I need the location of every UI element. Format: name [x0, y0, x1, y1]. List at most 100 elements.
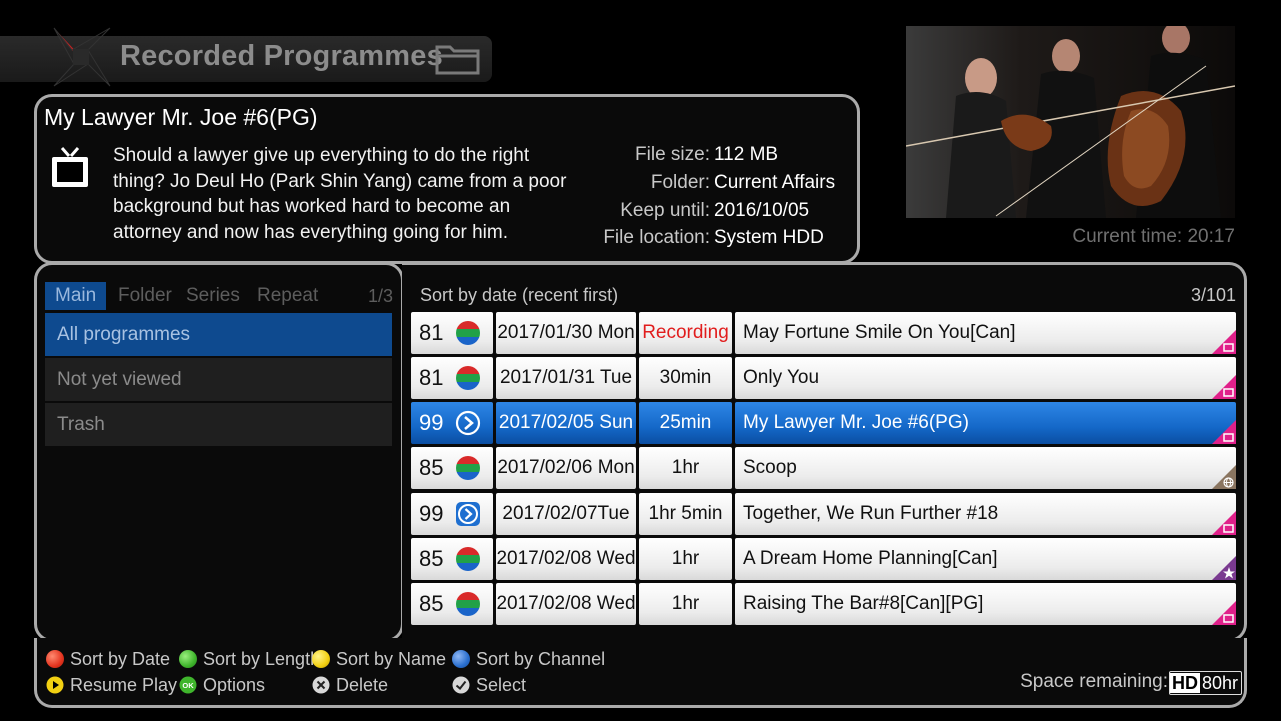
folder-icon[interactable] [434, 41, 482, 77]
sort-by-length-button[interactable]: Sort by Length [179, 648, 320, 670]
tv-category-icon [1212, 601, 1236, 625]
recording-date: 2017/01/30 Mon [496, 312, 636, 354]
programme-title: May Fortune Smile On You[Can] [735, 312, 1236, 354]
file-size-label: File size: [635, 144, 710, 165]
sort-by-date-button[interactable]: Sort by Date [46, 648, 170, 670]
green-button-icon [179, 650, 197, 668]
category-tabs: Main Folder Series Repeat 1/3 [45, 282, 393, 310]
keep-until-value: 2016/10/05 [714, 200, 810, 221]
table-row[interactable]: 85 2017/02/08 Wed 1hr Raising The Bar#8[… [411, 583, 1236, 625]
recording-duration: 1hr [639, 447, 732, 489]
file-location-row: File location: System HDD [560, 225, 860, 251]
tvb-channel-logo-icon [456, 547, 480, 571]
programme-title: Scoop [735, 447, 1236, 489]
channel-number-text: 99 [419, 410, 444, 435]
file-location-label: File location: [603, 227, 710, 248]
folder-label: Folder: [650, 172, 710, 193]
play-channel-logo-icon [456, 502, 480, 526]
tab-series[interactable]: Series [186, 282, 240, 310]
ok-button-icon: OK [179, 676, 197, 694]
recording-date: 2017/02/05 Sun [496, 402, 636, 444]
table-row[interactable]: 85 2017/02/08 Wed 1hr A Dream Home Plann… [411, 538, 1236, 580]
tv-icon [52, 147, 88, 187]
recording-duration: 25min [639, 402, 732, 444]
table-row[interactable]: 81 2017/01/30 Mon Recording May Fortune … [411, 312, 1236, 354]
ok-button-glyph: OK [182, 681, 194, 690]
delete-button[interactable]: Delete [312, 674, 388, 696]
nav-item-not-yet-viewed[interactable]: Not yet viewed [45, 358, 392, 401]
nav-item-all-programmes[interactable]: All programmes [45, 313, 392, 356]
channel-number: 99 [411, 402, 493, 444]
programme-title: Raising The Bar#8[Can][PG] [735, 583, 1236, 625]
app-logo-icon [53, 27, 111, 87]
recording-duration: 1hr 5min [639, 493, 732, 535]
sort-by-length-label: Sort by Length [203, 649, 321, 669]
tab-folder[interactable]: Folder [118, 282, 172, 310]
nav-item-trash[interactable]: Trash [45, 403, 392, 446]
programme-title: My Lawyer Mr. Joe #6(PG) [735, 402, 1236, 444]
sort-by-channel-button[interactable]: Sort by Channel [452, 648, 605, 670]
tv-category-icon [1212, 511, 1236, 535]
delete-label: Delete [336, 675, 389, 695]
sort-by-channel-label: Sort by Channel [476, 649, 606, 669]
video-preview [906, 26, 1235, 218]
channel-number: 81 [411, 312, 493, 354]
tab-main[interactable]: Main [45, 282, 107, 310]
recording-date: 2017/02/08 Wed [496, 583, 636, 625]
close-icon [312, 676, 330, 694]
recording-date: 2017/02/07Tue [496, 493, 636, 535]
tab-page-indicator: 1/3 [367, 286, 393, 306]
tv-category-icon [1212, 420, 1236, 444]
globe-category-icon [1212, 465, 1236, 489]
programme-title: Only You [735, 357, 1236, 399]
options-button[interactable]: OK Options [179, 674, 265, 696]
page-title: Recorded Programmes [120, 40, 443, 72]
current-time: Current time: 20:17 [1072, 226, 1235, 247]
sort-by-date-label: Sort by Date [70, 649, 171, 669]
tvb-channel-logo-icon [456, 321, 480, 345]
tv-category-icon [1212, 330, 1236, 354]
folder-value: Current Affairs [714, 172, 836, 193]
select-label: Select [476, 675, 527, 695]
tv-category-icon [1212, 375, 1236, 399]
channel-number: 85 [411, 447, 493, 489]
options-label: Options [203, 675, 266, 695]
resume-play-label: Resume Play [70, 675, 178, 695]
programme-title: Together, We Run Further #18 [735, 493, 1236, 535]
table-row-selected[interactable]: 99 2017/02/05 Sun 25min My Lawyer Mr. Jo… [411, 402, 1236, 444]
resume-play-button[interactable]: Resume Play [46, 674, 177, 696]
file-size-row: File size: 112 MB [560, 142, 860, 168]
space-remaining-value: 80hr [1202, 673, 1239, 693]
sort-by-name-button[interactable]: Sort by Name [312, 648, 446, 670]
recording-date: 2017/02/06 Mon [496, 447, 636, 489]
star-category-icon [1212, 556, 1236, 580]
channel-number: 99 [411, 493, 493, 535]
keep-until-row: Keep until: 2016/10/05 [560, 198, 860, 224]
table-row[interactable]: 81 2017/01/31 Tue 30min Only You [411, 357, 1236, 399]
table-row[interactable]: 99 2017/02/07Tue 1hr 5min Together, We R… [411, 493, 1236, 535]
programme-title: My Lawyer Mr. Joe #6(PG) [44, 104, 318, 130]
recording-date: 2017/01/31 Tue [496, 357, 636, 399]
channel-number: 85 [411, 583, 493, 625]
file-location-value: System HDD [714, 227, 824, 248]
channel-number-text: 81 [419, 365, 444, 390]
select-button[interactable]: Select [452, 674, 526, 696]
channel-number: 81 [411, 357, 493, 399]
recording-duration: 30min [639, 357, 732, 399]
table-row[interactable]: 85 2017/02/06 Mon 1hr Scoop [411, 447, 1236, 489]
sort-label: Sort by date (recent first) [420, 285, 619, 305]
tab-repeat[interactable]: Repeat [257, 282, 318, 310]
recording-duration: 1hr [639, 583, 732, 625]
space-remaining-label: Space remaining: [1020, 671, 1168, 692]
folder-row: Folder: Current Affairs [560, 170, 860, 196]
channel-number-text: 85 [419, 546, 444, 571]
tvb-channel-logo-icon [456, 456, 480, 480]
blue-button-icon [452, 650, 470, 668]
keep-until-label: Keep until: [620, 200, 710, 221]
recording-date: 2017/02/08 Wed [496, 538, 636, 580]
file-size-value: 112 MB [714, 144, 779, 165]
channel-number-text: 99 [419, 501, 444, 526]
programme-title: A Dream Home Planning[Can] [735, 538, 1236, 580]
space-remaining-badge: HD 80hr [1169, 671, 1243, 695]
channel-number: 85 [411, 538, 493, 580]
